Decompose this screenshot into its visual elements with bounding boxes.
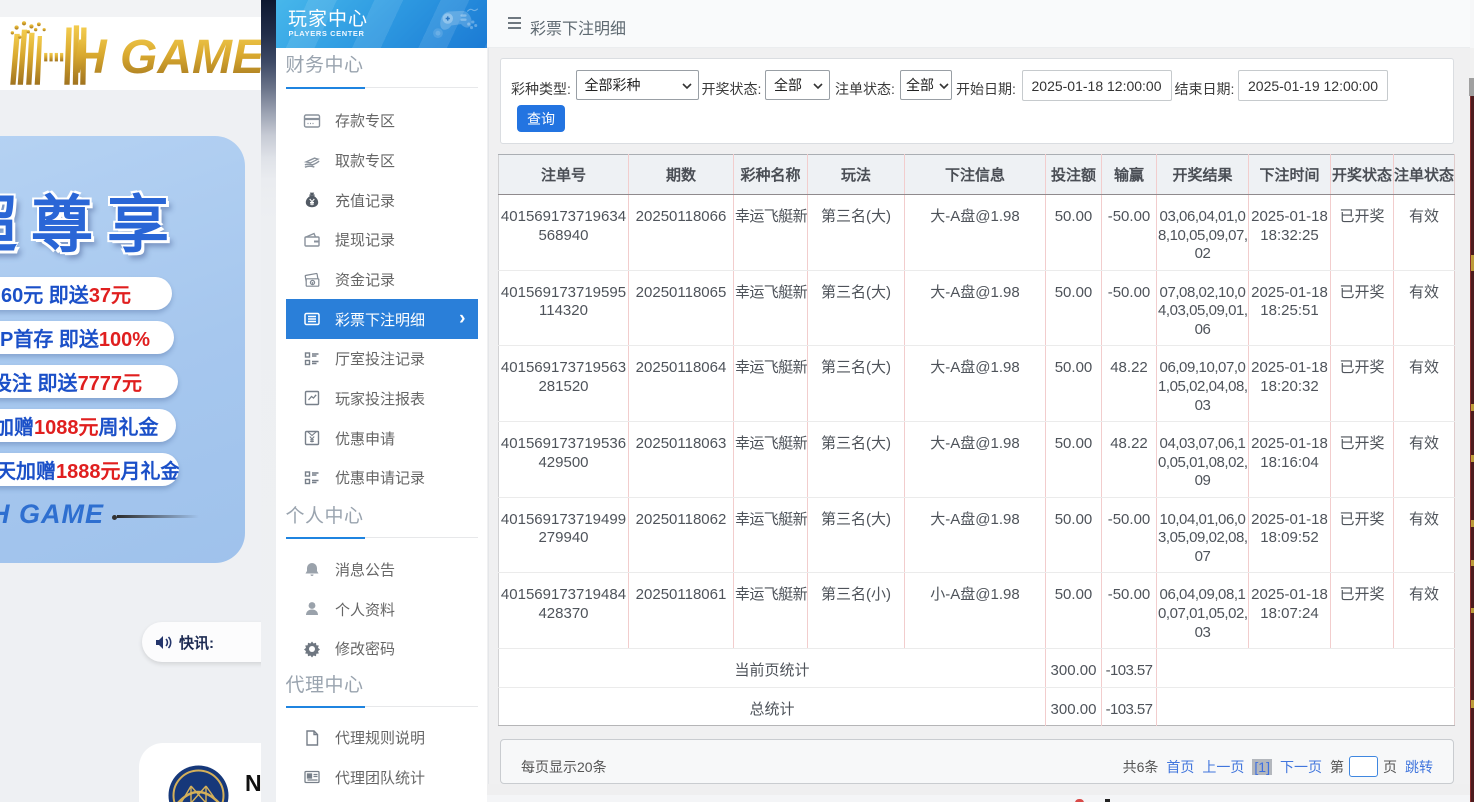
svg-text:H GAME: H GAME [72,31,266,84]
